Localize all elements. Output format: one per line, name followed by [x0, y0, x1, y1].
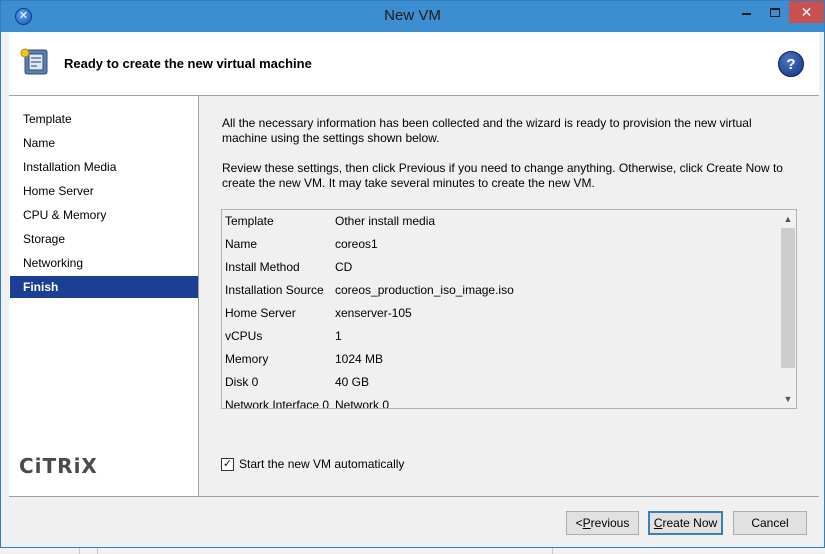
summary-key: Template	[225, 214, 274, 228]
summary-row: Disk 0 40 GB	[225, 371, 775, 394]
close-icon: ✕	[800, 3, 813, 20]
create-now-button[interactable]: Create Now	[648, 511, 723, 535]
summary-row: Network Interface 0 Network 0	[225, 394, 775, 409]
summary-key: Disk 0	[225, 375, 259, 389]
cancel-button[interactable]: Cancel	[733, 511, 807, 535]
intro-text: All the necessary information has been c…	[222, 116, 752, 145]
summary-row: Name coreos1	[225, 233, 775, 256]
previous-label: revious	[590, 516, 630, 530]
wizard-header: Ready to create the new virtual machine …	[9, 32, 819, 96]
nav-item-template[interactable]: Template	[10, 108, 198, 130]
review-text: Review these settings, then click Previo…	[222, 161, 783, 190]
settings-summary-list[interactable]: Template Other install media Name coreos…	[221, 209, 797, 409]
summary-value: 40 GB	[335, 375, 370, 389]
scrollbar-thumb[interactable]	[781, 228, 795, 368]
summary-row: Install Method CD	[225, 256, 775, 279]
nav-item-finish[interactable]: Finish	[10, 276, 198, 298]
auto-start-option[interactable]: ✓ Start the new VM automatically	[221, 456, 404, 472]
summary-value: 1024 MB	[335, 352, 384, 366]
summary-value: xenserver-105	[335, 306, 412, 320]
citrix-logo: CiTRiX	[19, 454, 98, 478]
minimize-icon	[741, 12, 751, 15]
nav-item-networking[interactable]: Networking	[10, 252, 198, 274]
summary-row: Template Other install media	[225, 210, 775, 233]
nav-item-name[interactable]: Name	[10, 132, 198, 154]
summary-key: Name	[225, 237, 258, 251]
summary-key: Network Interface 0	[225, 398, 330, 409]
summary-value: Other install media	[335, 214, 436, 228]
scroll-up-icon[interactable]: ▲	[779, 210, 796, 228]
wizard-footer: < Previous Create Now Cancel	[9, 496, 819, 547]
help-label: ?	[786, 55, 796, 73]
scroll-down-icon[interactable]: ▼	[779, 390, 796, 408]
summary-key: vCPUs	[225, 329, 263, 343]
vm-wizard-icon	[20, 48, 48, 75]
summary-row: Memory 1024 MB	[225, 348, 775, 371]
create-access-key: C	[653, 516, 663, 530]
nav-item-cpu-memory[interactable]: CPU & Memory	[10, 204, 198, 226]
summary-row: Installation Source coreos_production_is…	[225, 279, 775, 302]
help-icon[interactable]: ?	[778, 51, 804, 77]
summary-key: Installation Source	[225, 283, 324, 297]
close-button[interactable]: ✕	[789, 1, 824, 23]
nav-item-storage[interactable]: Storage	[10, 228, 198, 250]
summary-value: coreos_production_iso_image.iso	[335, 283, 514, 297]
nav-item-installation-media[interactable]: Installation Media	[10, 156, 198, 178]
summary-value: Network 0	[335, 398, 390, 409]
checkmark-icon: ✓	[222, 457, 233, 470]
maximize-icon	[770, 7, 780, 17]
page-title: Ready to create the new virtual machine	[64, 56, 312, 71]
summary-value: CD	[335, 260, 353, 274]
window-title: New VM	[384, 7, 441, 24]
previous-access-key: P	[582, 516, 591, 530]
nav-item-home-server[interactable]: Home Server	[10, 180, 198, 202]
summary-key: Home Server	[225, 306, 296, 320]
summary-value: coreos1	[335, 237, 378, 251]
title-bar[interactable]: ✕ New VM ✕	[1, 1, 824, 32]
maximize-button[interactable]	[761, 1, 789, 23]
wizard-content: All the necessary information has been c…	[200, 96, 819, 496]
summary-value: 1	[335, 329, 342, 343]
previous-prefix: <	[575, 516, 583, 530]
wizard-steps-nav: Template Name Installation Media Home Se…	[9, 96, 199, 496]
summary-row: Home Server xenserver-105	[225, 302, 775, 325]
create-now-label: reate Now	[662, 516, 718, 530]
new-vm-dialog: ✕ New VM ✕ Ready to create the new virtu…	[0, 0, 825, 548]
summary-key: Memory	[225, 352, 269, 366]
auto-start-label[interactable]: Start the new VM automatically	[239, 457, 404, 471]
minimize-button[interactable]	[731, 1, 761, 23]
auto-start-checkbox[interactable]: ✓	[221, 457, 234, 471]
summary-key: Install Method	[225, 260, 300, 274]
summary-row: vCPUs 1	[225, 325, 775, 348]
previous-button[interactable]: < Previous	[566, 511, 639, 535]
summary-scrollbar[interactable]: ▲ ▼	[778, 210, 796, 408]
